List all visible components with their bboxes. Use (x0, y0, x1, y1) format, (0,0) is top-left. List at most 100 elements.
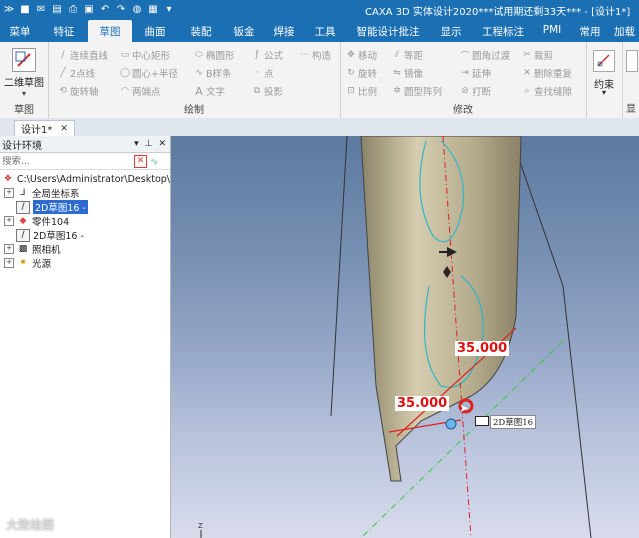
watermark: 大致绘图 (6, 518, 55, 532)
display-group-label: 显 (626, 104, 636, 115)
dimension-value-top[interactable]: 35.000 (455, 341, 510, 356)
tab-engineering-annotation[interactable]: 工程标注 (472, 20, 534, 42)
rotation-axis-button[interactable]: ⟲ 旋转轴 (58, 84, 98, 98)
circle-center-radius-button[interactable]: ◯ 圆心+半径 (120, 66, 178, 80)
chevron-down-icon[interactable]: ▾ (586, 88, 622, 97)
save-icon[interactable]: ▣ (82, 2, 96, 16)
ellipse-button[interactable]: ⬭ 椭圆形 (194, 48, 234, 62)
sketch-group: 二维草图 ▾ 草图 (0, 42, 49, 118)
tab-menu[interactable]: 菜单 (0, 20, 40, 42)
fillet-button[interactable]: ⌒ 圆角过渡 (460, 48, 510, 62)
offset-button[interactable]: ⫽ 等距 (392, 48, 423, 62)
rectangle-icon: ▭ (120, 50, 130, 60)
tab-tools[interactable]: 工具 (304, 20, 346, 42)
pin-icon[interactable]: ⊥ (145, 139, 153, 149)
axes-icon: ⅃ (20, 188, 26, 198)
dropdown-icon[interactable]: ▾ (162, 2, 176, 16)
3d-viewport[interactable]: 35.000 35.000 2D草图16 Z ➤ (171, 136, 639, 538)
option-icon[interactable]: ▦ (146, 2, 160, 16)
ellipse-icon: ⬭ (195, 50, 203, 60)
light-icon: ✷ (19, 258, 27, 268)
move-button[interactable]: ✥ 移动 (346, 48, 377, 62)
tab-design1[interactable]: 设计1* ✕ (14, 120, 75, 136)
scale-button[interactable]: ⊡ 比例 (346, 84, 377, 98)
origin-sphere[interactable] (445, 418, 457, 430)
center-rectangle-button[interactable]: ▭ 中心矩形 (120, 48, 170, 62)
constraint-group: 约束 ▾ (586, 42, 623, 118)
circular-array-button[interactable]: ✲ 圆型阵列 (392, 84, 442, 98)
formula-button[interactable]: ƒ 公式 (252, 48, 283, 62)
tree-item-sketch16-selected[interactable]: ∕ 2D草图16 - (0, 200, 170, 214)
redo-icon[interactable]: ↷ (114, 2, 128, 16)
mail-icon[interactable]: ✉ (34, 2, 48, 16)
tab-sheetmetal[interactable]: 钣金 (224, 20, 264, 42)
expand-icon[interactable]: + (4, 258, 14, 268)
tab-display[interactable]: 显示 (430, 20, 472, 42)
open-icon[interactable]: ▤ (50, 2, 64, 16)
construction-button[interactable]: ⋯ 构造 (300, 48, 332, 62)
move-icon: ✥ (347, 50, 355, 60)
part-body[interactable] (360, 136, 522, 482)
search-input[interactable] (2, 155, 130, 167)
tree-item-global-axes[interactable]: + ⅃ 全局坐标系 (0, 186, 170, 200)
draw-group-label: 绘制 (184, 105, 204, 116)
search-options-icon[interactable]: ᵃᵦ (151, 157, 157, 166)
mirror-button[interactable]: ⇋ 镜像 (392, 66, 423, 80)
tree-item-camera[interactable]: + ▩ 照相机 (0, 242, 170, 256)
circle-icon: ◯ (119, 68, 131, 78)
point-button[interactable]: · 点 (252, 66, 274, 80)
2d-sketch-button[interactable]: 二维草图 ▾ (3, 46, 45, 98)
constraint-icon[interactable] (593, 50, 615, 72)
clear-search-icon[interactable]: ✕ (134, 154, 147, 168)
two-point-line-button[interactable]: ╱ 2点线 (58, 66, 95, 80)
rotate-button[interactable]: ↻ 旋转 (346, 66, 377, 80)
close-icon[interactable]: ✕ (60, 124, 68, 134)
close-icon[interactable]: ✕ (158, 139, 166, 149)
undo-icon[interactable]: ↶ (98, 2, 112, 16)
tree-item-part104[interactable]: + ◆ 零件104 (0, 214, 170, 228)
expand-icon[interactable]: + (4, 244, 14, 254)
offset-icon: ⫽ (394, 50, 399, 60)
tab-pmi[interactable]: PMI (534, 20, 570, 42)
polyline-button[interactable]: ∕ 连续直线 (58, 48, 108, 62)
mirror-icon: ⇋ (393, 68, 401, 78)
2d-sketch-label: 二维草图 (4, 78, 44, 89)
tab-smart-annotation[interactable]: 智能设计批注 (346, 20, 430, 42)
sketch-tooltip-icon (475, 416, 489, 426)
design-tree: ❖ C:\Users\Administrator\Desktop\ + ⅃ 全局… (0, 170, 170, 271)
extend-button[interactable]: ⇥ 延伸 (460, 66, 491, 80)
new-icon[interactable]: ■ (18, 2, 32, 16)
break-button[interactable]: ⊘ 打断 (460, 84, 491, 98)
tab-assembly[interactable]: 装配 (178, 20, 224, 42)
delete-duplicates-icon: ✕ (523, 68, 531, 78)
dimension-value-bottom[interactable]: 35.000 (395, 396, 450, 411)
bspline-button[interactable]: ∿ B样条 (194, 66, 231, 80)
tab-feature[interactable]: 特征 (40, 20, 88, 42)
design-environment-panel: 设计环境 ▾ ⊥ ✕ ✕ ᵃᵦ ❖ C:\Users\Administrator… (0, 136, 171, 538)
tree-item-light[interactable]: + ✷ 光源 (0, 256, 170, 270)
expand-icon[interactable]: + (4, 188, 14, 198)
delete-duplicates-button[interactable]: ✕ 删除重复 (522, 66, 572, 80)
tab-sketch[interactable]: 草图 (88, 20, 132, 42)
projection-button[interactable]: ⧉ 投影 (252, 84, 283, 98)
sketch-pencil-icon (12, 48, 36, 72)
print-icon[interactable]: ⎙ (66, 2, 80, 16)
tree-item-sketch16[interactable]: ∕ 2D草图16 - (0, 228, 170, 242)
tab-load[interactable]: 加载 (610, 20, 639, 42)
text-button[interactable]: A 文字 (194, 84, 225, 99)
arc-two-ends-button[interactable]: ◠ 两端点 (120, 84, 160, 98)
chevron-down-icon[interactable]: ▾ (134, 139, 139, 149)
tree-item-root[interactable]: ❖ C:\Users\Administrator\Desktop\ (0, 172, 170, 186)
trim-button[interactable]: ✂ 裁剪 (522, 48, 553, 62)
polyline-icon: ∕ (61, 50, 65, 60)
tab-surface[interactable]: 曲面 (132, 20, 178, 42)
app-menu-icon[interactable]: ≫ (2, 2, 16, 16)
projection-icon: ⧉ (253, 86, 261, 96)
display-icon[interactable] (626, 50, 638, 72)
expand-icon[interactable]: + (4, 216, 14, 226)
tab-welding[interactable]: 焊接 (264, 20, 304, 42)
find-gaps-button[interactable]: ⌕ 查找缝隙 (522, 84, 572, 98)
extend-icon: ⇥ (461, 68, 469, 78)
tab-common[interactable]: 常用 (570, 20, 610, 42)
globe-icon[interactable]: ◍ (130, 2, 144, 16)
